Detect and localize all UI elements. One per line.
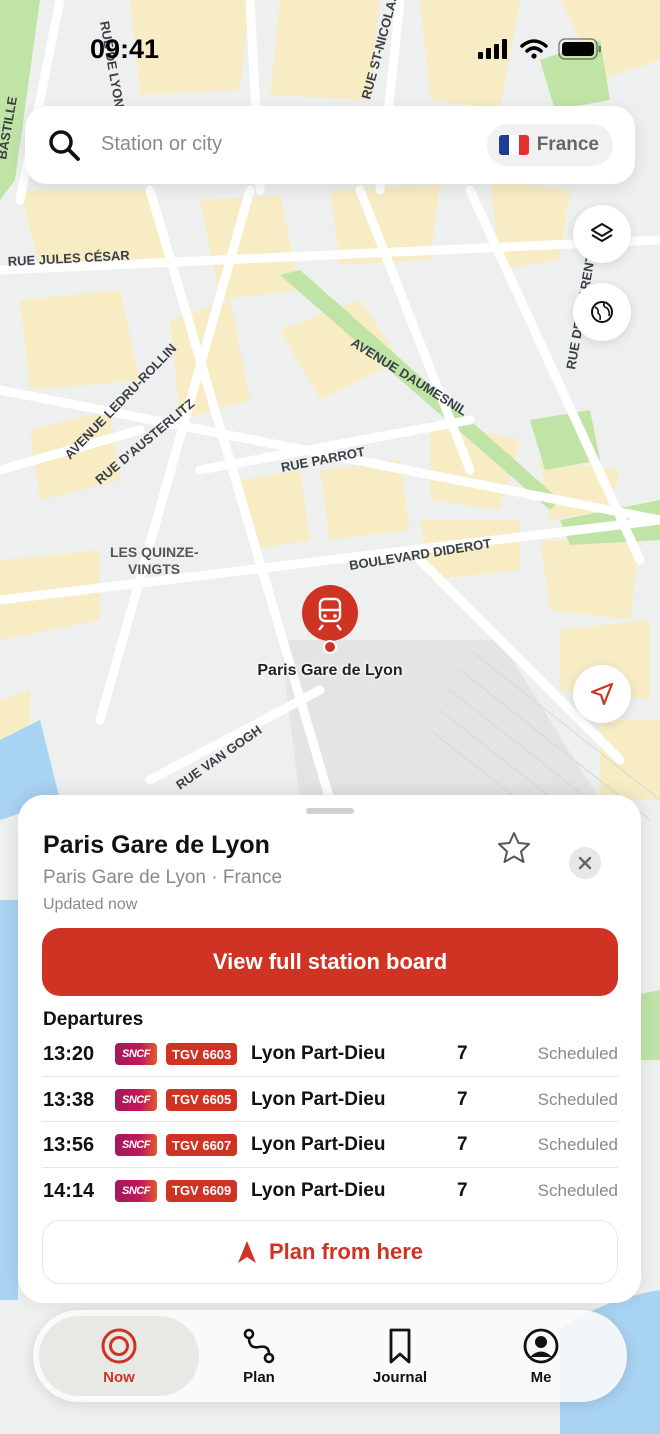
bookmark-icon (389, 1328, 411, 1363)
map-layers-button[interactable] (573, 205, 631, 263)
departure-row[interactable]: 13:56 SNCF TGV 6607 Lyon Part-Dieu 7 Sch… (42, 1122, 618, 1168)
location-arrow-icon (590, 682, 614, 706)
departure-destination: Lyon Part-Dieu (251, 1179, 386, 1201)
search-bar[interactable]: Station or city France (25, 106, 635, 184)
navigation-arrow-icon (237, 1241, 256, 1263)
tab-me[interactable]: Me (461, 1316, 621, 1396)
departure-destination: Lyon Part-Dieu (251, 1043, 386, 1064)
departure-status: Scheduled (537, 1135, 618, 1154)
updated-label: Updated now (43, 896, 138, 913)
sncf-logo: SNCF (115, 1088, 157, 1111)
station-title: Paris Gare de Lyon (43, 831, 270, 859)
sncf-logo: SNCF (115, 1134, 157, 1156)
train-number-badge: TGV 6609 (166, 1179, 238, 1202)
status-time: 09:41 (90, 34, 160, 64)
sncf-logo: SNCF (115, 1043, 157, 1065)
departure-platform: 7 (457, 1043, 468, 1064)
favorite-star-icon[interactable] (496, 830, 532, 866)
departure-destination: Lyon Part-Dieu (251, 1088, 386, 1110)
tab-me-label: Me (530, 1368, 552, 1386)
status-icons (478, 38, 602, 60)
status-bar: 09:41 (0, 30, 660, 70)
train-number-badge: TGV 6603 (166, 1043, 238, 1065)
plan-from-here-label: Plan from here (268, 1239, 424, 1264)
departure-status: Scheduled (537, 1089, 618, 1109)
departure-status: Scheduled (537, 1044, 618, 1063)
departures-heading: Departures (43, 1009, 144, 1030)
globe-icon (591, 301, 613, 323)
departure-platform: 7 (457, 1179, 468, 1201)
departure-time: 13:56 (43, 1134, 95, 1156)
close-icon (578, 856, 592, 870)
departure-row[interactable]: 13:20 SNCF TGV 6603 Lyon Part-Dieu 7 Sch… (42, 1031, 618, 1077)
station-subtitle: Paris Gare de Lyon · France (43, 867, 283, 888)
neighborhood-label: LES QUINZE- (110, 544, 199, 560)
country-label: France (536, 134, 599, 155)
train-number-badge: TGV 6605 (166, 1088, 238, 1111)
globe-view-button[interactable] (573, 283, 631, 341)
target-icon (101, 1328, 137, 1363)
station-pin[interactable] (300, 585, 360, 655)
station-pin-label: Paris Gare de Lyon (257, 662, 403, 679)
station-sheet: Paris Gare de Lyon Paris Gare de Lyon · … (18, 795, 641, 1303)
layers-icon (591, 223, 613, 242)
tab-plan[interactable]: Plan (179, 1316, 339, 1396)
departure-row[interactable]: 14:14 SNCF TGV 6609 Lyon Part-Dieu 7 Sch… (42, 1168, 618, 1214)
neighborhood-label: VINGTS (128, 561, 180, 577)
close-button[interactable] (569, 847, 601, 879)
tab-now-label: Now (103, 1368, 135, 1386)
train-number-badge: TGV 6607 (166, 1134, 238, 1156)
wifi-icon (520, 39, 548, 59)
search-icon (49, 130, 80, 161)
departure-destination: Lyon Part-Dieu (251, 1134, 386, 1155)
departure-time: 13:20 (43, 1043, 95, 1065)
departure-row[interactable]: 13:38 SNCF TGV 6605 Lyon Part-Dieu 7 Sch… (42, 1077, 618, 1122)
departure-platform: 7 (457, 1134, 468, 1155)
plan-from-here-button[interactable]: Plan from here (42, 1220, 618, 1284)
departure-time: 13:38 (43, 1088, 95, 1111)
tab-plan-label: Plan (243, 1368, 275, 1386)
france-flag-icon (498, 135, 529, 155)
sncf-logo: SNCF (115, 1179, 157, 1202)
departure-status: Scheduled (537, 1180, 618, 1200)
departure-platform: 7 (457, 1088, 468, 1110)
departures-list: 13:20 SNCF TGV 6603 Lyon Part-Dieu 7 Sch… (42, 1031, 618, 1213)
tab-journal[interactable]: Journal (320, 1316, 480, 1396)
tab-now[interactable]: Now (39, 1316, 199, 1396)
sheet-grabber[interactable] (306, 808, 354, 814)
tab-journal-label: Journal (372, 1368, 428, 1386)
view-station-board-button[interactable]: View full station board (42, 928, 618, 996)
tab-bar: Now Plan Journal Me (33, 1310, 627, 1402)
person-icon (523, 1328, 559, 1363)
departure-time: 14:14 (43, 1179, 95, 1202)
search-input[interactable]: Station or city (101, 133, 222, 156)
route-icon (243, 1328, 275, 1363)
battery-icon (558, 38, 601, 60)
cellular-signal-icon (478, 39, 507, 59)
country-selector[interactable]: France (486, 124, 613, 166)
locate-me-button[interactable] (573, 665, 631, 723)
